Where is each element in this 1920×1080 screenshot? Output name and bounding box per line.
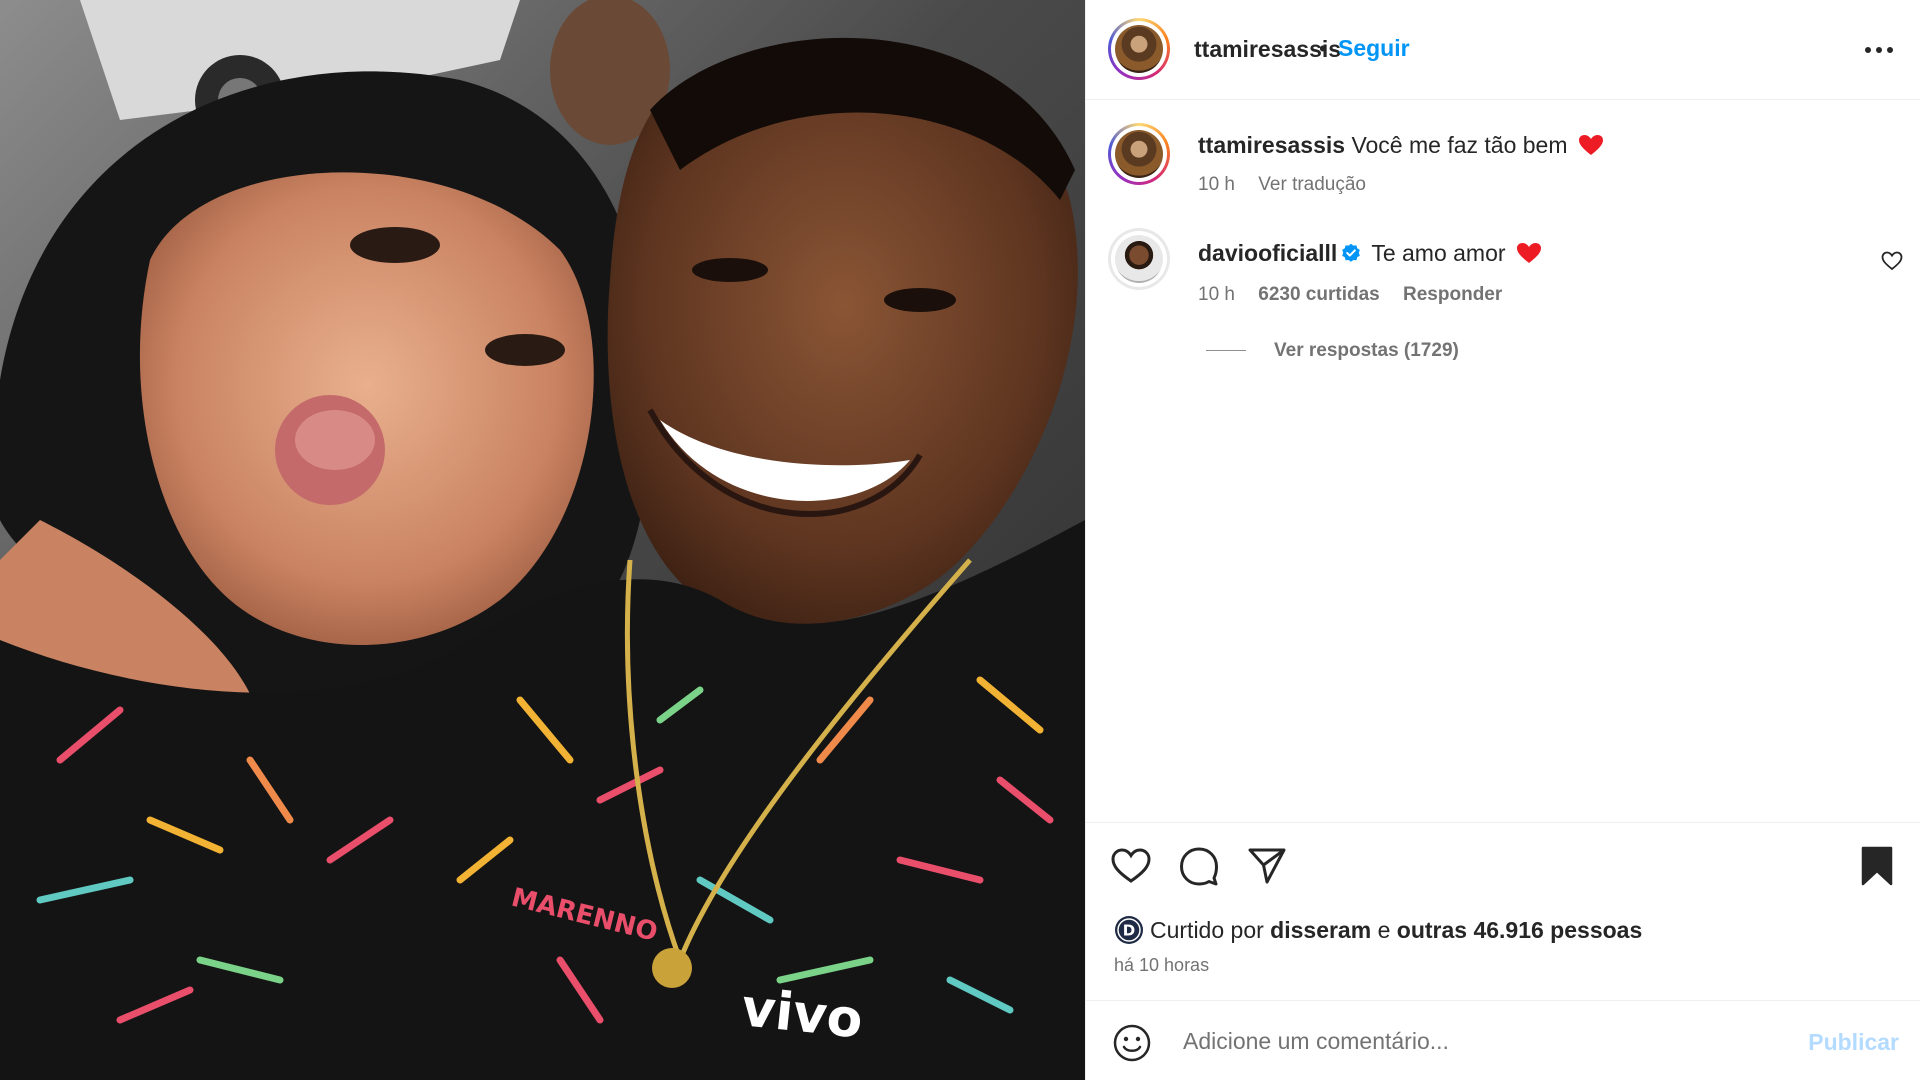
liked-by-others-button[interactable]: outras 46.916 pessoas bbox=[1397, 917, 1642, 943]
likes-summary: D Curtido por disseram e outras 46.916 p… bbox=[1114, 915, 1642, 945]
separator-dot: • bbox=[1319, 36, 1327, 61]
like-comment-heart-icon[interactable] bbox=[1881, 250, 1903, 272]
caption-text-line: ttamiresassis Você me faz tão bem bbox=[1198, 132, 1604, 159]
post-timestamp[interactable]: há 10 horas bbox=[1114, 955, 1209, 976]
more-options-icon[interactable] bbox=[1859, 30, 1899, 70]
share-send-icon[interactable] bbox=[1246, 845, 1288, 887]
like-heart-icon[interactable] bbox=[1110, 845, 1152, 887]
comment-item: daviooficialll Te amo amor 10 h 6230 cur… bbox=[1086, 228, 1920, 328]
publish-button[interactable]: Publicar bbox=[1808, 1029, 1899, 1056]
view-replies-label: Ver respostas (1729) bbox=[1274, 340, 1459, 361]
commenter-avatar[interactable] bbox=[1108, 228, 1170, 290]
follow-button[interactable]: Seguir bbox=[1338, 35, 1410, 62]
comment-input[interactable] bbox=[1181, 1017, 1745, 1065]
author-avatar[interactable] bbox=[1108, 18, 1170, 80]
comment-meta: 10 h 6230 curtidas Responder bbox=[1198, 284, 1520, 306]
comment-likes-count[interactable]: 6230 curtidas bbox=[1258, 284, 1379, 305]
post-modal: vivo MARENNO ttamiresassis • Seguir ttam… bbox=[0, 0, 1920, 1080]
post-photo[interactable]: vivo MARENNO bbox=[0, 0, 1085, 1080]
liked-by-user[interactable]: disseram bbox=[1270, 917, 1371, 943]
caption-time: 10 h bbox=[1198, 174, 1235, 195]
caption-meta: 10 h Ver tradução bbox=[1198, 174, 1384, 196]
post-side-panel: ttamiresassis • Seguir ttamiresassis Voc… bbox=[1085, 0, 1920, 1080]
caption-username[interactable]: ttamiresassis bbox=[1198, 132, 1345, 158]
reply-button[interactable]: Responder bbox=[1403, 284, 1502, 305]
verified-badge-icon bbox=[1342, 243, 1361, 262]
save-bookmark-icon[interactable] bbox=[1856, 845, 1898, 887]
caption-block: ttamiresassis Você me faz tão bem 10 h V… bbox=[1086, 120, 1920, 210]
liker-avatar-icon[interactable]: D bbox=[1114, 915, 1144, 945]
caption-avatar[interactable] bbox=[1108, 123, 1170, 185]
comment-time: 10 h bbox=[1198, 284, 1235, 305]
commenter-username[interactable]: daviooficialll bbox=[1198, 240, 1337, 266]
red-heart-emoji-icon bbox=[1516, 243, 1541, 263]
selfie-illustration: vivo MARENNO bbox=[0, 0, 1085, 1080]
caption-text: Você me faz tão bem bbox=[1351, 132, 1568, 158]
comment-text-line: daviooficialll Te amo amor bbox=[1198, 240, 1542, 267]
shirt-brand-text: vivo bbox=[739, 978, 866, 1050]
post-actions: D Curtido por disseram e outras 46.916 p… bbox=[1086, 822, 1920, 1002]
svg-text:D: D bbox=[1123, 922, 1135, 940]
view-replies-button[interactable]: Ver respostas (1729) bbox=[1206, 340, 1459, 362]
comment-composer: Publicar bbox=[1086, 1000, 1920, 1080]
post-header: ttamiresassis • Seguir bbox=[1086, 0, 1920, 100]
see-translation-button[interactable]: Ver tradução bbox=[1258, 174, 1366, 195]
red-heart-emoji-icon bbox=[1578, 135, 1603, 155]
comment-bubble-icon[interactable] bbox=[1178, 845, 1220, 887]
emoji-smiley-icon[interactable] bbox=[1112, 1023, 1152, 1063]
liked-by-prefix: Curtido por bbox=[1150, 917, 1264, 943]
comment-text: Te amo amor bbox=[1371, 240, 1506, 266]
liked-by-connector: e bbox=[1377, 917, 1391, 943]
replies-divider-line bbox=[1206, 350, 1246, 352]
